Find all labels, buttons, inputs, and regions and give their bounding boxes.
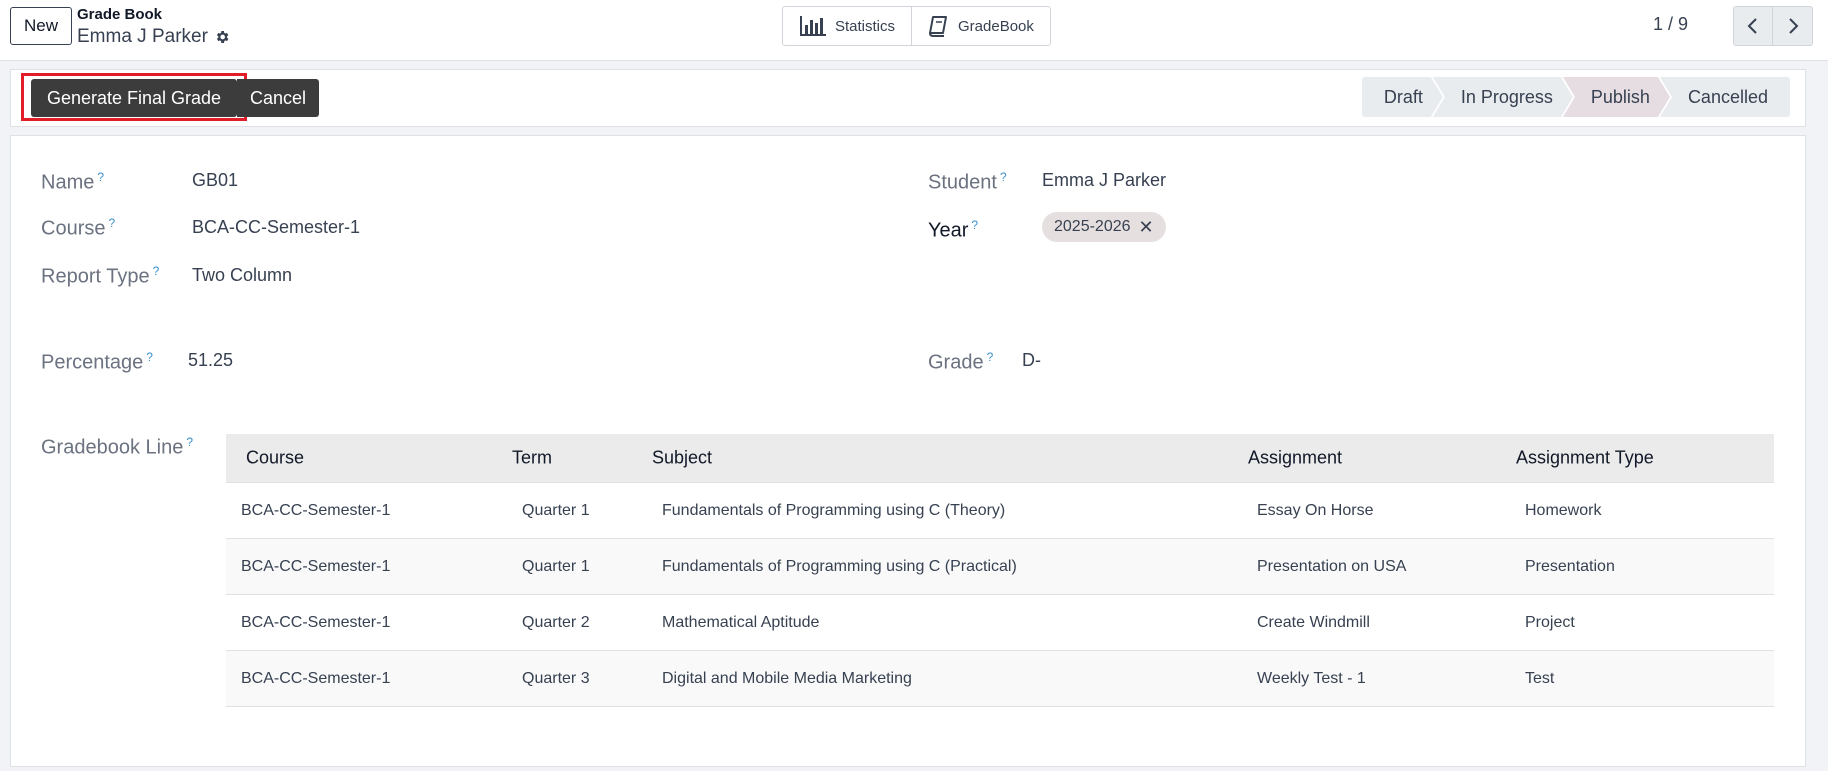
- cell-term: Quarter 2: [522, 613, 590, 631]
- student-field[interactable]: Emma J Parker: [1042, 170, 1166, 191]
- report-type-label: Report Type?: [41, 264, 160, 288]
- help-icon[interactable]: ?: [186, 435, 193, 449]
- chevron-left-icon: [1747, 18, 1757, 34]
- record-title: Emma J Parker: [77, 26, 208, 47]
- control-panel: New Grade Book Emma J Parker Statistics: [0, 0, 1828, 61]
- generate-final-grade-button[interactable]: Generate Final Grade: [31, 79, 237, 117]
- book-icon: [929, 16, 948, 37]
- table-row[interactable]: BCA-CC-Semester-1 Quarter 3 Digital and …: [226, 651, 1774, 707]
- form-sheet: Name? GB01 Course? BCA-CC-Semester-1 Rep…: [10, 135, 1806, 767]
- student-label: Student?: [928, 170, 1007, 194]
- grade-field[interactable]: D-: [1022, 350, 1041, 371]
- statistics-label: Statistics: [835, 17, 896, 35]
- gradebook-line-table: Course Term Subject Assignment Assignmen…: [226, 434, 1774, 707]
- help-icon[interactable]: ?: [1000, 170, 1007, 184]
- cell-term: Quarter 3: [522, 669, 590, 687]
- bar-chart-icon: [800, 16, 826, 36]
- gradebook-button[interactable]: GradeBook: [911, 7, 1050, 45]
- stage-draft[interactable]: Draft: [1362, 77, 1443, 117]
- status-bar: Draft In Progress Publish Cancelled: [1362, 77, 1790, 117]
- help-icon[interactable]: ?: [108, 216, 115, 230]
- help-icon[interactable]: ?: [971, 218, 978, 232]
- column-header-assignment[interactable]: Assignment: [1248, 448, 1342, 469]
- column-header-subject[interactable]: Subject: [652, 448, 712, 469]
- cell-subject: Mathematical Aptitude: [662, 613, 820, 631]
- cell-assignment: Create Windmill: [1257, 613, 1370, 631]
- statistics-button[interactable]: Statistics: [783, 7, 911, 45]
- column-header-course[interactable]: Course: [246, 448, 304, 469]
- cell-subject: Fundamentals of Programming using C (The…: [662, 501, 1006, 519]
- table-row[interactable]: BCA-CC-Semester-1 Quarter 1 Fundamentals…: [226, 539, 1774, 595]
- cell-course: BCA-CC-Semester-1: [241, 501, 391, 519]
- column-header-term[interactable]: Term: [512, 448, 552, 469]
- stage-in-progress[interactable]: In Progress: [1433, 77, 1573, 117]
- new-button[interactable]: New: [10, 7, 72, 45]
- cell-course: BCA-CC-Semester-1: [241, 557, 391, 575]
- form-header: Generate Final Grade Cancel Draft In Pro…: [10, 69, 1806, 127]
- previous-button[interactable]: [1733, 6, 1773, 46]
- cell-course: BCA-CC-Semester-1: [241, 669, 391, 687]
- name-label: Name?: [41, 170, 105, 194]
- help-icon[interactable]: ?: [146, 350, 153, 364]
- smart-buttons: Statistics GradeBook: [782, 6, 1051, 46]
- percentage-field[interactable]: 51.25: [188, 350, 233, 371]
- cell-term: Quarter 1: [522, 501, 590, 519]
- cell-assignment: Weekly Test - 1: [1257, 669, 1366, 687]
- year-tag[interactable]: 2025-2026 ✕: [1042, 212, 1166, 242]
- stage-cancelled[interactable]: Cancelled: [1659, 77, 1790, 117]
- help-icon[interactable]: ?: [97, 170, 104, 184]
- cell-assignment: Essay On Horse: [1257, 501, 1374, 519]
- cell-assignment: Presentation on USA: [1257, 557, 1407, 575]
- pager-buttons: [1733, 6, 1813, 46]
- table-row[interactable]: BCA-CC-Semester-1 Quarter 2 Mathematical…: [226, 595, 1774, 651]
- course-label: Course?: [41, 216, 116, 240]
- cell-assignment-type: Test: [1525, 669, 1555, 687]
- cancel-button[interactable]: Cancel: [237, 79, 319, 117]
- cell-assignment-type: Presentation: [1525, 557, 1615, 575]
- name-field[interactable]: GB01: [192, 170, 238, 191]
- pager-value[interactable]: 1 / 9: [1653, 14, 1688, 35]
- table-header: Course Term Subject Assignment Assignmen…: [226, 434, 1774, 483]
- cell-course: BCA-CC-Semester-1: [241, 613, 391, 631]
- report-type-field[interactable]: Two Column: [192, 265, 292, 286]
- chevron-right-icon: [1788, 18, 1798, 34]
- gear-icon[interactable]: [214, 29, 230, 45]
- cell-assignment-type: Homework: [1525, 501, 1602, 519]
- help-icon[interactable]: ?: [987, 350, 994, 364]
- cell-assignment-type: Project: [1525, 613, 1575, 631]
- percentage-label: Percentage?: [41, 350, 153, 374]
- stage-publish[interactable]: Publish: [1563, 77, 1670, 117]
- year-tag-label: 2025-2026: [1054, 218, 1131, 235]
- year-label: Year?: [928, 218, 979, 242]
- gradebook-line-label: Gradebook Line?: [41, 435, 194, 459]
- column-header-assignment-type[interactable]: Assignment Type: [1516, 448, 1654, 469]
- cell-subject: Fundamentals of Programming using C (Pra…: [662, 557, 1017, 575]
- cell-subject: Digital and Mobile Media Marketing: [662, 669, 912, 687]
- grade-label: Grade?: [928, 350, 994, 374]
- gradebook-label: GradeBook: [958, 17, 1034, 35]
- course-field[interactable]: BCA-CC-Semester-1: [192, 217, 360, 238]
- help-icon[interactable]: ?: [153, 264, 160, 278]
- next-button[interactable]: [1773, 6, 1813, 46]
- breadcrumb-parent[interactable]: Grade Book: [77, 6, 162, 23]
- cell-term: Quarter 1: [522, 557, 590, 575]
- breadcrumb-current: Emma J Parker: [77, 26, 230, 48]
- remove-tag-icon[interactable]: ✕: [1139, 217, 1154, 238]
- table-row[interactable]: BCA-CC-Semester-1 Quarter 1 Fundamentals…: [226, 483, 1774, 539]
